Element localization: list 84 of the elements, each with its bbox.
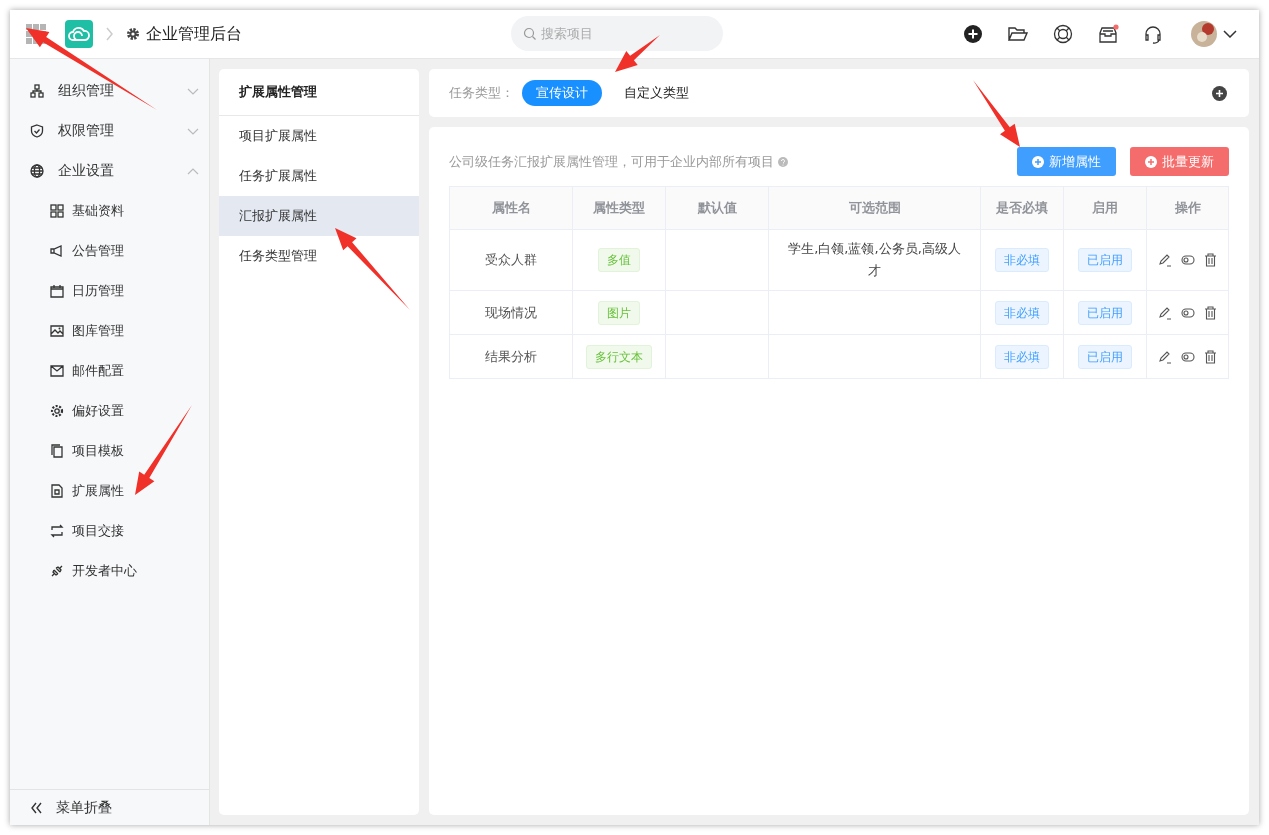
column-header: 是否必填 bbox=[980, 186, 1064, 230]
column-header: 属性类型 bbox=[572, 186, 666, 230]
status-tag: 已启用 bbox=[1078, 344, 1132, 369]
edit-icon[interactable] bbox=[1158, 349, 1172, 364]
edit-icon[interactable] bbox=[1158, 305, 1172, 320]
type-tag: 多行文本 bbox=[586, 344, 652, 369]
menu-icon bbox=[50, 444, 64, 458]
sidebar-item[interactable]: 图库管理 bbox=[10, 311, 209, 351]
status-tag: 已启用 bbox=[1078, 248, 1132, 272]
type-tag: 图片 bbox=[598, 300, 640, 325]
sidebar-item[interactable]: 权限管理 bbox=[10, 111, 209, 151]
toggle-icon[interactable] bbox=[1181, 350, 1195, 363]
menu-icon bbox=[50, 364, 64, 378]
gear-icon bbox=[126, 27, 140, 41]
annotation-arrow bbox=[973, 80, 1020, 147]
menu-icon bbox=[50, 324, 64, 338]
submenu-item[interactable]: 任务扩展属性 bbox=[219, 156, 419, 196]
menu-icon bbox=[30, 124, 44, 138]
menu-icon bbox=[50, 564, 64, 578]
search-field[interactable]: 搜索项目 bbox=[511, 16, 723, 51]
submenu-title: 扩展属性管理 bbox=[219, 69, 419, 116]
required-tag: 非必填 bbox=[995, 300, 1049, 325]
menu-icon bbox=[50, 484, 64, 498]
sidebar-item[interactable]: 邮件配置 bbox=[10, 351, 209, 391]
table-cell: 现场情况 bbox=[449, 290, 573, 335]
sidebar-item[interactable]: 扩展属性 bbox=[10, 471, 209, 511]
inbox-icon[interactable] bbox=[1097, 24, 1119, 44]
collapse-menu-button[interactable]: 菜单折叠 bbox=[10, 789, 209, 825]
column-header: 操作 bbox=[1146, 186, 1229, 230]
double-chevron-left-icon bbox=[30, 801, 42, 814]
task-type-label: 任务类型： bbox=[449, 84, 514, 102]
menu-icon bbox=[30, 164, 44, 178]
toggle-icon[interactable] bbox=[1181, 306, 1195, 319]
required-tag: 非必填 bbox=[995, 344, 1049, 369]
app-title: 企业管理后台 bbox=[146, 23, 242, 45]
menu-icon bbox=[50, 524, 64, 538]
headset-icon[interactable] bbox=[1143, 24, 1163, 44]
sidebar-item[interactable]: 项目模板 bbox=[10, 431, 209, 471]
search-icon bbox=[523, 27, 536, 40]
column-header: 属性名 bbox=[449, 186, 573, 230]
sidebar-item[interactable]: 企业设置 bbox=[10, 151, 209, 191]
cloud-logo-icon bbox=[65, 20, 93, 48]
sidebar-item[interactable]: 偏好设置 bbox=[10, 391, 209, 431]
add-icon[interactable] bbox=[963, 24, 983, 44]
add-circle-icon bbox=[1145, 155, 1157, 168]
menu-icon bbox=[50, 244, 64, 258]
column-header: 默认值 bbox=[665, 186, 769, 230]
description-text: 公司级任务汇报扩展属性管理，可用于企业内部所有项目 bbox=[449, 152, 774, 171]
menu-icon bbox=[50, 204, 64, 218]
annotation-arrow bbox=[615, 35, 660, 72]
menu-icon bbox=[30, 84, 44, 98]
sidebar-item[interactable]: 日历管理 bbox=[10, 271, 209, 311]
table-cell: 学生,白领,蓝领,公务员,高级人才 bbox=[768, 229, 981, 291]
sidebar-item[interactable]: 组织管理 bbox=[10, 71, 209, 111]
avatar[interactable] bbox=[1191, 21, 1217, 47]
sidebar-item[interactable]: 开发者中心 bbox=[10, 551, 209, 591]
add-type-icon[interactable] bbox=[1212, 85, 1227, 101]
folder-icon[interactable] bbox=[1007, 24, 1029, 44]
chevron-right-icon bbox=[105, 26, 114, 42]
help-icon bbox=[778, 156, 788, 167]
task-type-tab[interactable]: 自定义类型 bbox=[610, 80, 703, 106]
status-tag: 已启用 bbox=[1078, 300, 1132, 325]
submenu-item[interactable]: 项目扩展属性 bbox=[219, 116, 419, 156]
delete-icon[interactable] bbox=[1204, 305, 1217, 320]
column-header: 可选范围 bbox=[768, 186, 981, 230]
table-cell: 结果分析 bbox=[449, 334, 573, 379]
menu-icon bbox=[50, 404, 64, 418]
submenu-item[interactable]: 汇报扩展属性 bbox=[219, 196, 419, 236]
menu-icon bbox=[50, 284, 64, 298]
sidebar-item[interactable]: 项目交接 bbox=[10, 511, 209, 551]
add-circle-icon bbox=[1032, 155, 1044, 168]
submenu-item[interactable]: 任务类型管理 bbox=[219, 236, 419, 276]
required-tag: 非必填 bbox=[995, 248, 1049, 272]
toggle-icon[interactable] bbox=[1181, 254, 1195, 266]
table-cell: 受众人群 bbox=[449, 229, 573, 291]
column-header: 启用 bbox=[1063, 186, 1147, 230]
type-tag: 多值 bbox=[598, 248, 640, 272]
edit-icon[interactable] bbox=[1158, 253, 1172, 267]
delete-icon[interactable] bbox=[1204, 349, 1217, 364]
lifebuoy-icon[interactable] bbox=[1053, 24, 1073, 44]
chevron-down-icon[interactable] bbox=[1223, 30, 1237, 38]
delete-icon[interactable] bbox=[1204, 253, 1217, 267]
sidebar-item[interactable]: 基础资料 bbox=[10, 191, 209, 231]
sidebar-item[interactable]: 公告管理 bbox=[10, 231, 209, 271]
